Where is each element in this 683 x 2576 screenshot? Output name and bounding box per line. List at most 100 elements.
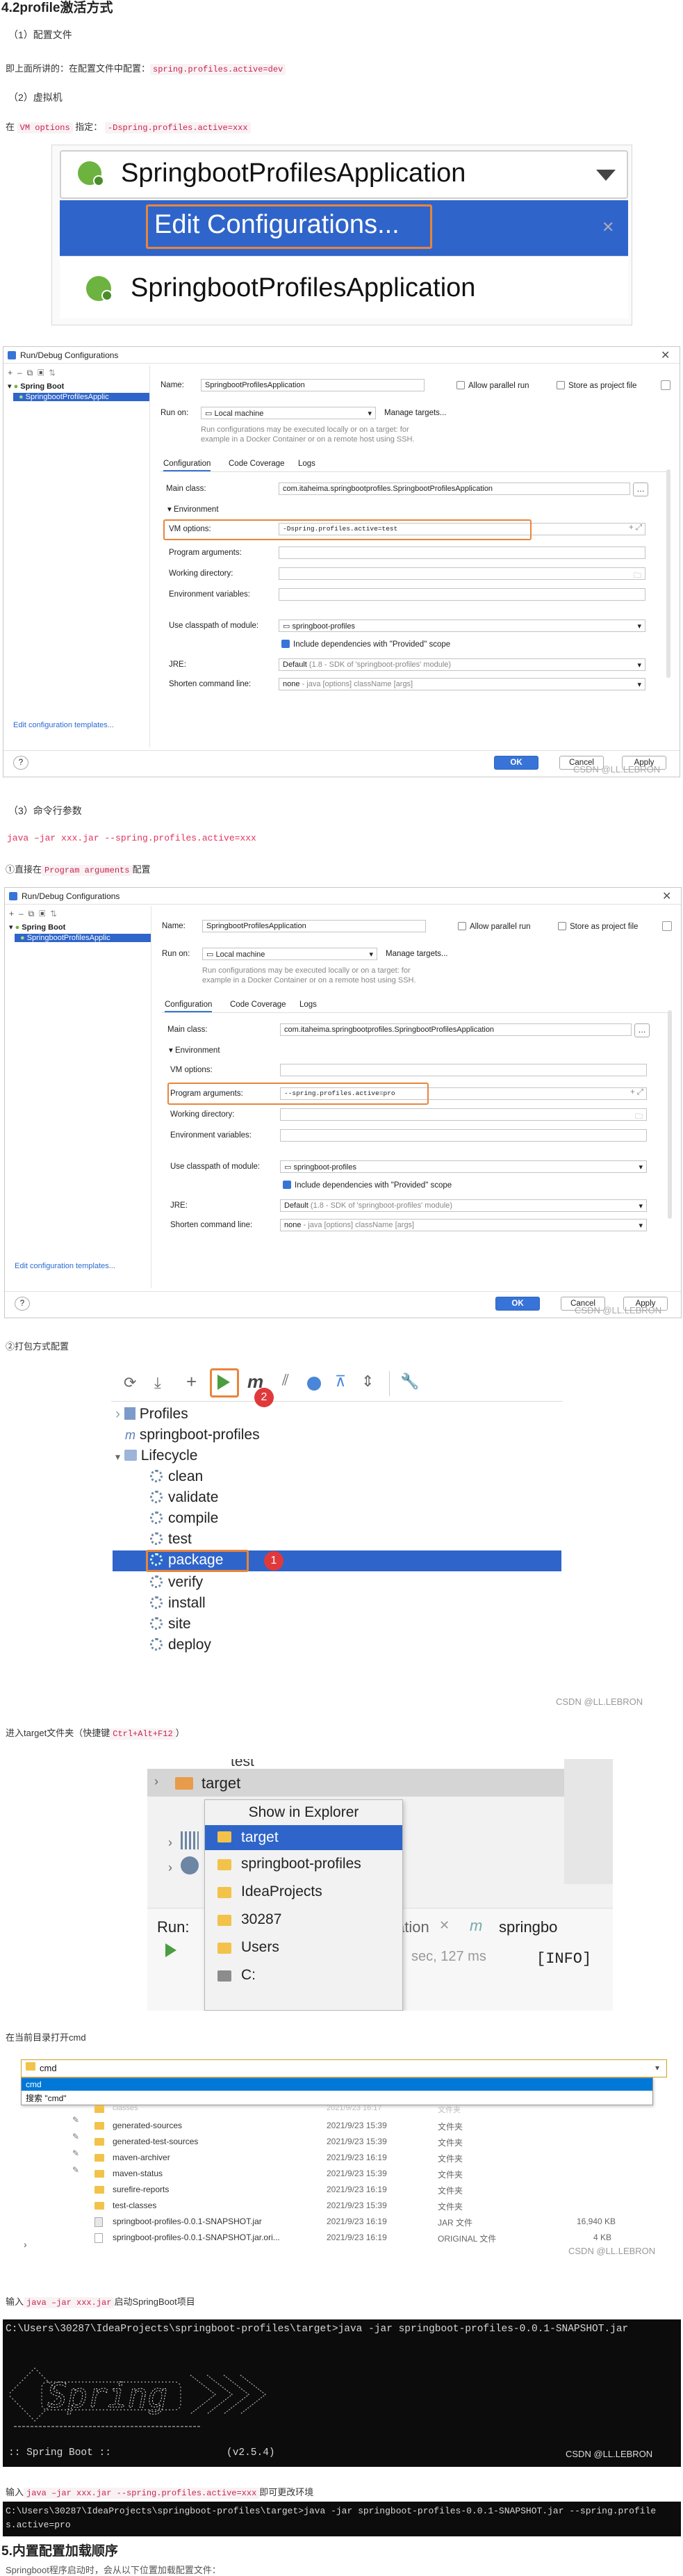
menu-item-springboot-profiles[interactable]: springboot-profiles [205, 1853, 402, 1878]
tree-spring-boot[interactable]: ▾ ● Spring Boot [8, 382, 64, 391]
tree-spring-boot[interactable]: ▾ ● Spring Boot [9, 923, 65, 932]
allow-parallel-checkbox[interactable]: Allow parallel run [456, 381, 529, 390]
vm-options-field[interactable] [280, 1064, 647, 1076]
browse-button[interactable]: … [634, 1023, 650, 1037]
target-row[interactable]: › target [147, 1769, 564, 1797]
environment-toggle[interactable]: ▾ Environment [169, 1045, 220, 1055]
environment-toggle[interactable]: ▾ Environment [167, 504, 219, 514]
tab-logs[interactable]: Logs [299, 1001, 317, 1009]
allow-parallel-checkbox[interactable]: Allow parallel run [458, 922, 531, 931]
tree-item-config[interactable]: ● SpringbootProfilesApplic [15, 934, 151, 942]
goal-verify[interactable]: verify [150, 1574, 203, 1591]
close-icon[interactable]: ✕ [439, 1918, 450, 1933]
run-on-select[interactable]: ▭ Local machine ▾ [201, 407, 376, 419]
browse-button[interactable]: … [633, 483, 648, 496]
classpath-select[interactable]: ▭ springboot-profiles ▾ [280, 1160, 647, 1173]
expand-icon[interactable]: + ⤢ [630, 1088, 643, 1097]
run-icon[interactable] [217, 1375, 230, 1390]
tree-item-config[interactable]: ● SpringbootProfilesApplic [13, 393, 149, 401]
expand-icon[interactable]: › [24, 2239, 27, 2250]
skip-tests-icon[interactable] [307, 1377, 321, 1391]
help-button[interactable]: ? [13, 756, 28, 770]
config-selector[interactable]: SpringbootProfilesApplication [60, 150, 628, 199]
tab-code-coverage[interactable]: Code Coverage [230, 1001, 286, 1009]
jre-select[interactable]: Default (1.8 - SDK of 'springboot-profil… [280, 1199, 647, 1212]
environment-variables-field[interactable] [279, 588, 645, 601]
ok-button[interactable]: OK [494, 756, 538, 770]
menu-item-30287[interactable]: 30287 [205, 1909, 402, 1934]
working-directory-field[interactable]: 🗀 [279, 567, 645, 580]
shorten-command-select[interactable]: none - java [options] className [args] ▾ [279, 678, 645, 690]
chevron-down-icon[interactable] [596, 170, 616, 181]
file-row[interactable]: generated-test-sources 2021/9/23 15:39 文… [94, 2137, 636, 2148]
tree-profiles[interactable]: › Profiles [115, 1406, 188, 1423]
goal-site[interactable]: site [150, 1616, 191, 1633]
reload-icon[interactable]: ⟳ [124, 1374, 136, 1392]
main-class-field[interactable]: com.itaheima.springbootprofiles.Springbo… [280, 1023, 632, 1036]
goal-clean[interactable]: clean [150, 1468, 203, 1485]
autocomplete-search[interactable]: 搜索 "cmd" [26, 2092, 67, 2104]
file-row[interactable]: test-classes 2021/9/23 15:39 文件夹 [94, 2201, 636, 2212]
main-class-field[interactable]: com.itaheima.springbootprofiles.Springbo… [279, 483, 630, 495]
menu-item-target[interactable]: target [205, 1825, 402, 1850]
goal-validate[interactable]: validate [150, 1489, 218, 1506]
menu-item-users[interactable]: Users [205, 1936, 402, 1961]
run-on-select[interactable]: ▭ Local machine ▾ [202, 948, 377, 960]
tab-logs[interactable]: Logs [298, 460, 315, 468]
add-icon[interactable]: + [186, 1371, 197, 1393]
tree-lifecycle[interactable]: ▾ Lifecycle [115, 1448, 197, 1464]
address-bar[interactable]: cmd ▾ [21, 2059, 667, 2077]
show-deps-icon[interactable]: ⊼ [335, 1372, 346, 1391]
jre-select[interactable]: Default (1.8 - SDK of 'springboot-profil… [279, 658, 645, 671]
tab-configuration[interactable]: Configuration [163, 460, 211, 471]
help-button[interactable]: ? [15, 1297, 30, 1311]
toggle-offline-icon[interactable]: ⫽ [282, 1371, 289, 1389]
menu-item-c-drive[interactable]: C: [205, 1964, 402, 1989]
expand-icon[interactable]: + ⤢ [629, 524, 642, 533]
include-provided-checkbox[interactable]: Include dependencies with "Provided" sco… [281, 640, 450, 649]
manage-targets-link[interactable]: Manage targets... [386, 950, 448, 958]
scrollbar[interactable] [666, 469, 670, 678]
collapse-icon[interactable]: ⇕ [361, 1372, 374, 1391]
download-icon[interactable]: ⤓ [154, 1374, 161, 1392]
tab-label[interactable]: springbo [499, 1918, 557, 1936]
include-provided-checkbox[interactable]: Include dependencies with "Provided" sco… [283, 1181, 452, 1190]
manage-targets-link[interactable]: Manage targets... [384, 409, 447, 417]
wrench-icon[interactable]: 🔧 [400, 1372, 419, 1391]
tab-code-coverage[interactable]: Code Coverage [229, 460, 285, 468]
program-arguments-field[interactable] [279, 546, 645, 559]
shorten-command-select[interactable]: none - java [options] className [args] ▾ [280, 1219, 647, 1231]
name-field[interactable]: SpringbootProfilesApplication [201, 379, 425, 391]
edit-templates-link[interactable]: Edit configuration templates... [15, 1262, 115, 1270]
edit-configurations-item[interactable]: Edit Configurations... ✕ [60, 200, 628, 256]
file-row-jar[interactable]: springboot-profiles-0.0.1-SNAPSHOT.jar 2… [94, 2217, 636, 2228]
environment-variables-field[interactable] [280, 1129, 647, 1142]
toolbar-icons[interactable]: +–⧉▣⇅ [8, 368, 60, 378]
goal-deploy[interactable]: deploy [150, 1637, 211, 1653]
gear-icon[interactable] [661, 380, 670, 390]
menu-item-ideaprojects[interactable]: IdeaProjects [205, 1881, 402, 1906]
autocomplete-item-cmd[interactable]: cmd [22, 2078, 652, 2091]
tab-configuration[interactable]: Configuration [165, 1001, 213, 1012]
scrollbar[interactable] [668, 1010, 672, 1219]
file-row[interactable]: maven-status 2021/9/23 15:39 文件夹 [94, 2169, 636, 2180]
file-row[interactable]: generated-sources 2021/9/23 15:39 文件夹 [94, 2121, 636, 2132]
store-project-checkbox[interactable]: Store as project file [558, 922, 638, 931]
store-project-checkbox[interactable]: Store as project file [557, 381, 636, 390]
goal-compile[interactable]: compile [150, 1510, 218, 1527]
goal-test[interactable]: test [150, 1531, 192, 1548]
gear-icon[interactable] [662, 921, 672, 931]
close-icon[interactable]: ✕ [661, 348, 670, 362]
config-list-item[interactable]: SpringbootProfilesApplication [60, 256, 628, 318]
run-icon[interactable] [165, 1943, 176, 1957]
file-row[interactable]: surefire-reports 2021/9/23 16:19 文件夹 [94, 2185, 636, 2196]
ok-button[interactable]: OK [495, 1297, 540, 1311]
tree-project[interactable]: m springboot-profiles [125, 1427, 260, 1443]
goal-install[interactable]: install [150, 1595, 206, 1612]
file-row-original[interactable]: springboot-profiles-0.0.1-SNAPSHOT.jar.o… [94, 2233, 636, 2244]
close-icon[interactable]: ✕ [662, 889, 671, 903]
working-directory-field[interactable]: 🗀 [280, 1108, 647, 1121]
toolbar-icons[interactable]: +–⧉▣⇅ [9, 909, 62, 919]
classpath-select[interactable]: ▭ springboot-profiles ▾ [279, 619, 645, 632]
name-field[interactable]: SpringbootProfilesApplication [202, 920, 426, 932]
